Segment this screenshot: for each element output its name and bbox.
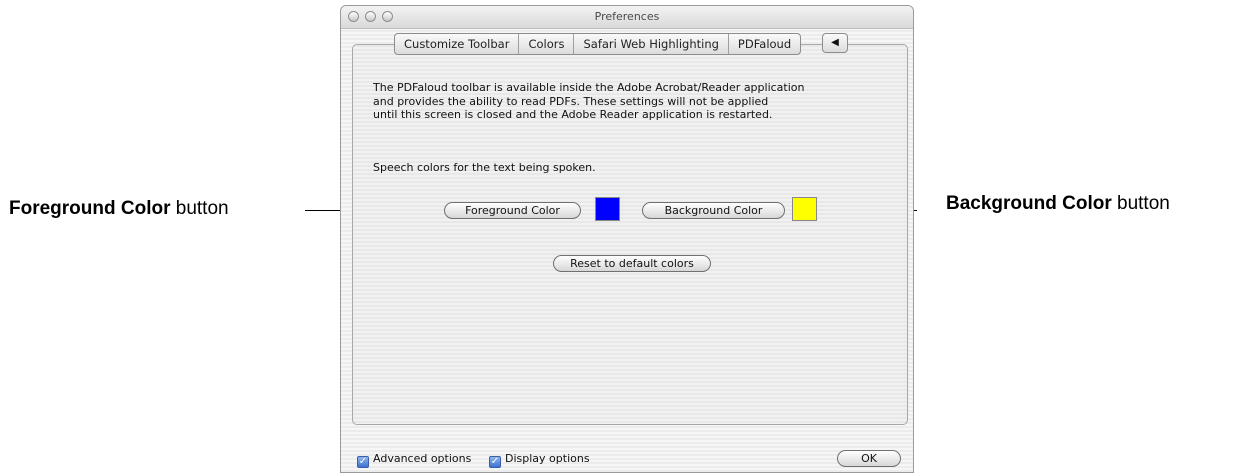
speech-colors-label: Speech colors for the text being spoken.	[373, 161, 596, 174]
description-line: and provides the ability to read PDFs. T…	[373, 94, 769, 108]
description-line: until this screen is closed and the Adob…	[373, 108, 773, 121]
display-options-label: Display options	[505, 452, 590, 465]
advanced-options-label: Advanced options	[373, 452, 472, 465]
foreground-color-swatch[interactable]	[595, 197, 620, 221]
foreground-callout: Foreground Color button	[9, 198, 229, 220]
checkmark-icon: ✓	[489, 456, 501, 468]
background-callout-rest: button	[1111, 193, 1170, 214]
tab-bar: Customize Toolbar Colors Safari Web High…	[394, 33, 802, 55]
left-arrow-icon: ◀	[831, 37, 839, 48]
display-options-checkbox[interactable]: ✓ Display options	[489, 452, 590, 468]
tab-safari-web-highlighting[interactable]: Safari Web Highlighting	[574, 34, 729, 54]
background-color-swatch[interactable]	[792, 197, 817, 221]
foreground-callout-bold: Foreground Color	[9, 198, 171, 219]
reset-default-colors-button[interactable]: Reset to default colors	[553, 255, 711, 272]
preferences-window: Preferences Customize Toolbar Colors Saf…	[340, 5, 914, 473]
ok-button[interactable]: OK	[837, 450, 901, 467]
background-callout-bold: Background Color	[946, 193, 1112, 214]
window-title: Preferences	[594, 10, 660, 23]
tab-colors[interactable]: Colors	[519, 34, 575, 54]
foreground-callout-rest: button	[170, 198, 229, 219]
description-line: The PDFaloud toolbar is available inside…	[373, 81, 805, 94]
tab-scroll-left-button[interactable]: ◀	[822, 33, 848, 53]
foreground-color-button[interactable]: Foreground Color	[444, 202, 581, 219]
title-bar[interactable]: Preferences	[341, 6, 913, 29]
description-text: The PDFaloud toolbar is available inside…	[373, 81, 873, 122]
checkmark-icon: ✓	[357, 456, 369, 468]
background-callout: Background Color button	[946, 193, 1170, 215]
tab-pdfaloud[interactable]: PDFaloud	[729, 34, 800, 54]
advanced-options-checkbox[interactable]: ✓ Advanced options	[357, 452, 471, 468]
tab-customize-toolbar[interactable]: Customize Toolbar	[395, 34, 520, 54]
background-color-button[interactable]: Background Color	[642, 202, 785, 219]
